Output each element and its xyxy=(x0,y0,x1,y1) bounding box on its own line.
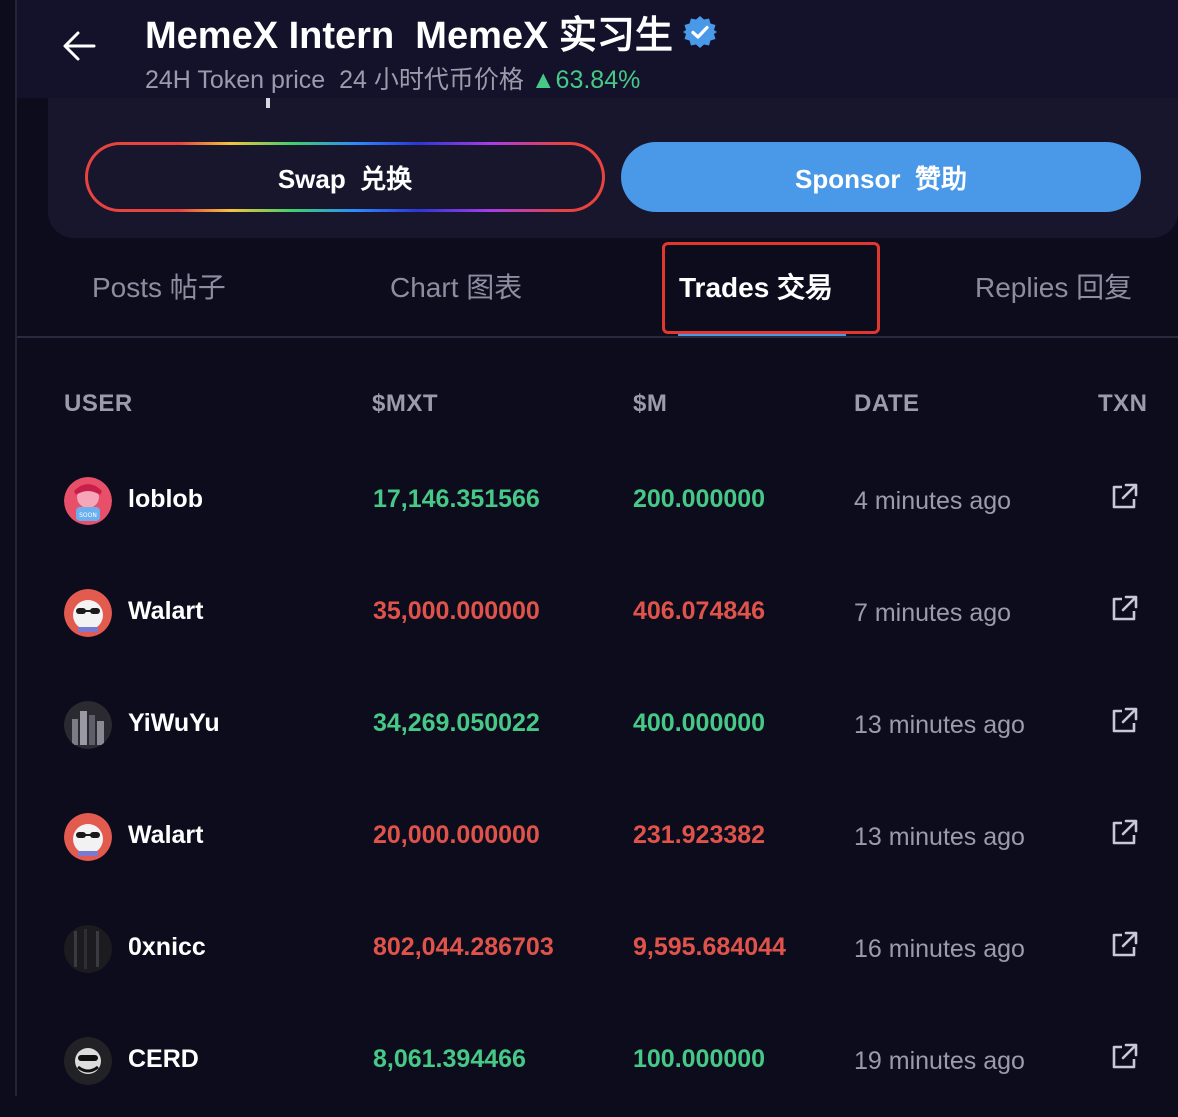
svg-text:SOON: SOON xyxy=(79,512,97,519)
external-link-icon[interactable] xyxy=(1108,817,1140,849)
external-link-icon[interactable] xyxy=(1108,1041,1140,1073)
column-header-mxt[interactable]: $MXT xyxy=(372,390,438,418)
avatar[interactable] xyxy=(64,701,112,749)
table-row: Walart 20,000.000000 231.923382 13 minut… xyxy=(0,781,1178,893)
m-amount: 9,595.684044 xyxy=(633,933,786,961)
trade-date: 16 minutes ago xyxy=(854,935,1025,963)
column-header-m[interactable]: $M xyxy=(633,390,667,418)
tab-replies[interactable]: Replies 回复 xyxy=(975,266,1132,306)
back-button[interactable] xyxy=(58,24,102,68)
mxt-amount: 35,000.000000 xyxy=(373,597,540,625)
column-header-txn[interactable]: TXN xyxy=(1098,390,1148,418)
price-subtitle: 24H Token price 24 小时代币价格 ▲63.84% xyxy=(145,60,640,96)
swap-button[interactable]: Swap 兑换 xyxy=(85,142,605,212)
table-row: CERD 8,061.394466 100.000000 19 minutes … xyxy=(0,1005,1178,1117)
sponsor-label: Sponsor 赞助 xyxy=(795,163,967,194)
tabs-divider xyxy=(17,336,1178,338)
tab-trades[interactable]: Trades 交易 xyxy=(679,266,833,306)
table-row: YiWuYu 34,269.050022 400.000000 13 minut… xyxy=(0,669,1178,781)
mxt-amount: 8,061.394466 xyxy=(373,1045,526,1073)
table-row: 0xnicc 802,044.286703 9,595.684044 16 mi… xyxy=(0,893,1178,1005)
avatar[interactable]: SOON xyxy=(64,477,112,525)
tab-chart[interactable]: Chart 图表 xyxy=(390,266,522,306)
arrow-left-icon xyxy=(63,31,96,61)
swap-label: Swap 兑换 xyxy=(277,163,413,194)
avatar[interactable] xyxy=(64,925,112,973)
avatar[interactable] xyxy=(64,1037,112,1085)
avatar[interactable] xyxy=(64,813,112,861)
column-header-user[interactable]: USER xyxy=(64,390,133,418)
user-name[interactable]: Walart xyxy=(128,597,203,626)
token-name: MemeX Intern MemeX 实习生 xyxy=(145,15,673,57)
price-label: 24H Token price 24 小时代币价格 xyxy=(145,66,524,94)
scroll-indicator xyxy=(266,98,270,108)
m-amount: 400.000000 xyxy=(633,709,766,737)
user-name[interactable]: Walart xyxy=(128,821,203,850)
table-row: SOON loblob 17,146.351566 200.000000 4 m… xyxy=(0,445,1178,557)
m-amount: 100.000000 xyxy=(633,1045,766,1073)
mxt-amount: 17,146.351566 xyxy=(373,485,540,513)
tab-posts[interactable]: Posts 帖子 xyxy=(92,266,226,306)
user-name[interactable]: CERD xyxy=(128,1045,199,1074)
external-link-icon[interactable] xyxy=(1108,481,1140,513)
m-amount: 200.000000 xyxy=(633,485,766,513)
mxt-amount: 34,269.050022 xyxy=(373,709,540,737)
m-amount: 406.074846 xyxy=(633,597,766,625)
sponsor-button[interactable]: Sponsor 赞助 xyxy=(621,142,1141,212)
trade-date: 7 minutes ago xyxy=(854,599,1012,627)
trade-date: 4 minutes ago xyxy=(854,487,1012,515)
trade-date: 13 minutes ago xyxy=(854,823,1025,851)
external-link-icon[interactable] xyxy=(1108,593,1140,625)
column-header-date[interactable]: DATE xyxy=(854,390,920,418)
trades-screen: MemeX Intern MemeX 实习生 24H Token price 2… xyxy=(0,0,1178,1096)
price-change: ▲63.84% xyxy=(530,66,641,94)
user-name[interactable]: loblob xyxy=(128,485,203,514)
avatar[interactable] xyxy=(64,589,112,637)
verified-badge-icon xyxy=(682,15,717,49)
table-row: Walart 35,000.000000 406.074846 7 minute… xyxy=(0,557,1178,669)
external-link-icon[interactable] xyxy=(1108,929,1140,961)
external-link-icon[interactable] xyxy=(1108,705,1140,737)
mxt-amount: 20,000.000000 xyxy=(373,821,540,849)
trade-date: 13 minutes ago xyxy=(854,711,1025,739)
m-amount: 231.923382 xyxy=(633,821,766,849)
token-title: MemeX Intern MemeX 实习生 xyxy=(145,4,717,59)
trade-date: 19 minutes ago xyxy=(854,1047,1025,1075)
user-name[interactable]: 0xnicc xyxy=(128,933,206,962)
mxt-amount: 802,044.286703 xyxy=(373,933,554,961)
user-name[interactable]: YiWuYu xyxy=(128,709,220,738)
